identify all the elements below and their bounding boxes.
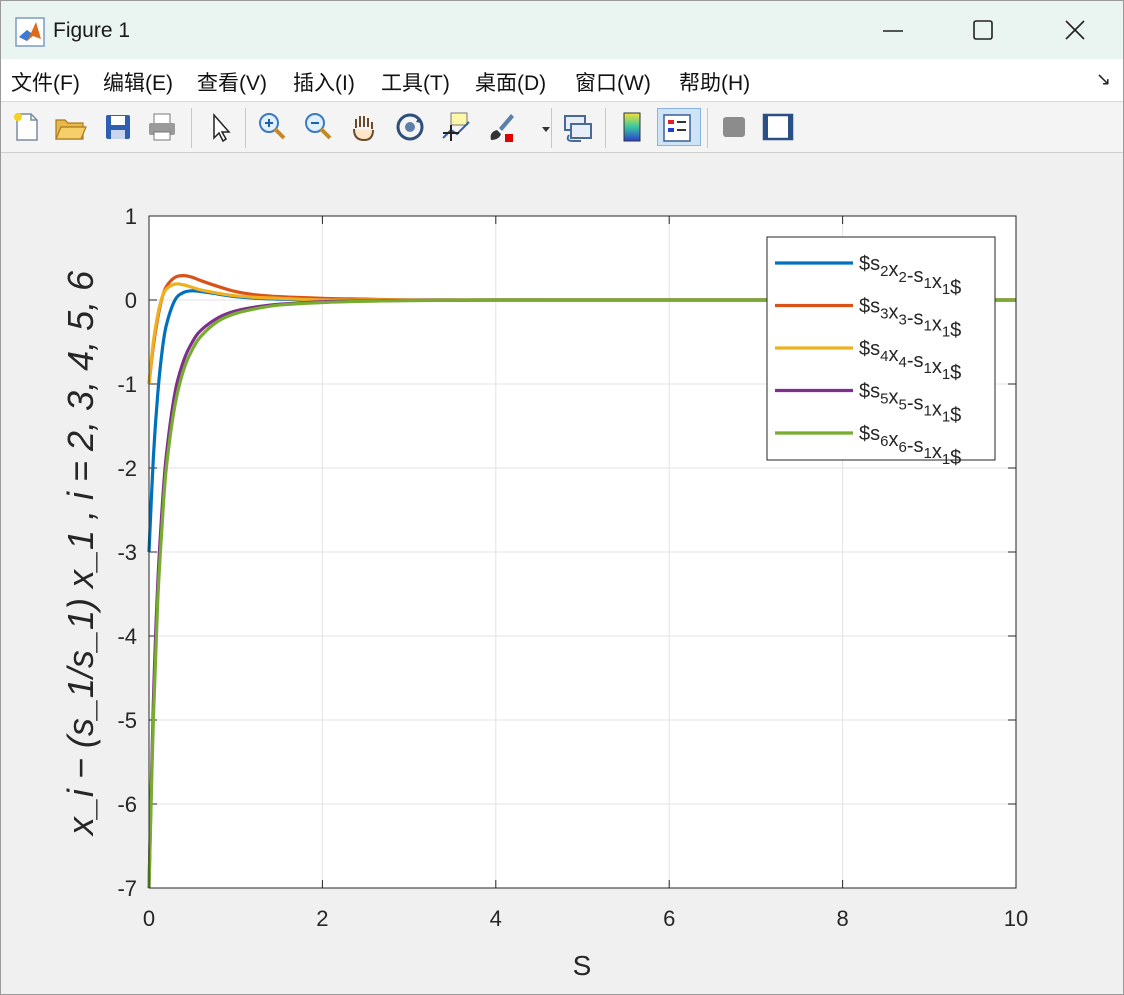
y-tick-label: -3 (117, 540, 137, 565)
y-tick-label: -4 (117, 624, 137, 649)
toolbar-separator (191, 108, 192, 148)
y-tick-label: 1 (125, 204, 137, 229)
menu-window[interactable]: 窗口(W) (575, 67, 651, 97)
brush-icon[interactable] (483, 108, 521, 146)
close-button[interactable] (1029, 1, 1121, 59)
matlab-logo-icon (15, 17, 45, 47)
open-file-icon[interactable] (51, 108, 89, 146)
print-icon[interactable] (143, 108, 181, 146)
toolbar-separator (551, 108, 552, 148)
title-bar[interactable]: Figure 1 (1, 1, 1123, 59)
menu-view[interactable]: 查看(V) (197, 67, 267, 97)
menu-desktop[interactable]: 桌面(D) (475, 67, 546, 97)
y-tick-label: -6 (117, 792, 137, 817)
x-tick-label: 0 (143, 906, 155, 931)
x-tick-label: 4 (490, 906, 502, 931)
dock-figure-icon[interactable]: ↘ (1096, 69, 1111, 90)
show-plot-tools-icon[interactable] (759, 108, 797, 146)
menu-edit[interactable]: 编辑(E) (103, 67, 173, 97)
y-axis-label-text: x_i − (s_1/s_1) x_1 , i = 2, 3, 4, 5, 6 (60, 270, 101, 837)
minimize-button[interactable] (847, 1, 939, 59)
y-tick-label: -5 (117, 708, 137, 733)
maximize-icon (973, 20, 993, 40)
link-plot-icon[interactable] (559, 108, 597, 146)
x-tick-label: 2 (316, 906, 328, 931)
close-icon (1065, 20, 1085, 40)
x-tick-label: 8 (836, 906, 848, 931)
brush-dropdown-icon[interactable] (527, 108, 550, 146)
y-tick-label: -7 (117, 876, 137, 901)
y-axis-label: x_i − (s_1/s_1) x_1 , i = 2, 3, 4, 5, 6 (60, 270, 101, 837)
menu-file[interactable]: 文件(F) (11, 67, 80, 97)
pointer-icon[interactable] (201, 108, 239, 146)
y-tick-labels: -7 -6 -5 -4 -3 -2 -1 0 1 (117, 204, 137, 901)
menu-insert[interactable]: 插入(I) (293, 67, 355, 97)
figure-canvas[interactable]: 0 2 4 6 8 10 -7 -6 -5 -4 -3 -2 -1 0 1 S x_i − (s_1/s_… (1, 153, 1123, 993)
zoom-in-icon[interactable] (253, 108, 291, 146)
y-tick-label: -2 (117, 456, 137, 481)
data-cursor-icon[interactable] (437, 108, 475, 146)
y-tick-label: 0 (125, 288, 137, 313)
legend-icon[interactable] (657, 108, 701, 146)
legend[interactable]: $s2x2-s1x1$$s3x3-s1x1$$s4x4-s1x1$$s5x5-s… (766, 236, 996, 469)
menu-tools[interactable]: 工具(T) (381, 67, 450, 97)
toolbar-separator (707, 108, 708, 148)
x-tick-label: 6 (663, 906, 675, 931)
toolbar-separator (605, 108, 606, 148)
y-tick-label: -1 (117, 372, 137, 397)
figure-toolbar (1, 102, 1123, 153)
menu-bar: 文件(F) 编辑(E) 查看(V) 插入(I) 工具(T) 桌面(D) 窗口(W… (1, 59, 1123, 102)
x-tick-label: 10 (1004, 906, 1028, 931)
pan-hand-icon[interactable] (345, 108, 383, 146)
save-icon[interactable] (99, 108, 137, 146)
figure-window: Figure 1 文件(F) 编辑(E) 查看(V) 插入(I) 工具(T) 桌… (0, 0, 1124, 995)
window-title: Figure 1 (53, 19, 131, 42)
colorbar-icon[interactable] (613, 108, 651, 146)
minimize-icon (883, 30, 903, 32)
x-axis-label: S (573, 950, 592, 981)
hide-plot-tools-icon[interactable] (715, 108, 753, 146)
new-figure-icon[interactable] (7, 108, 45, 146)
zoom-out-icon[interactable] (299, 108, 337, 146)
toolbar-separator (245, 108, 246, 148)
maximize-button[interactable] (937, 1, 1029, 59)
rotate-3d-icon[interactable] (391, 108, 429, 146)
menu-help[interactable]: 帮助(H) (679, 67, 750, 97)
x-tick-labels: 0 2 4 6 8 10 (143, 906, 1028, 931)
